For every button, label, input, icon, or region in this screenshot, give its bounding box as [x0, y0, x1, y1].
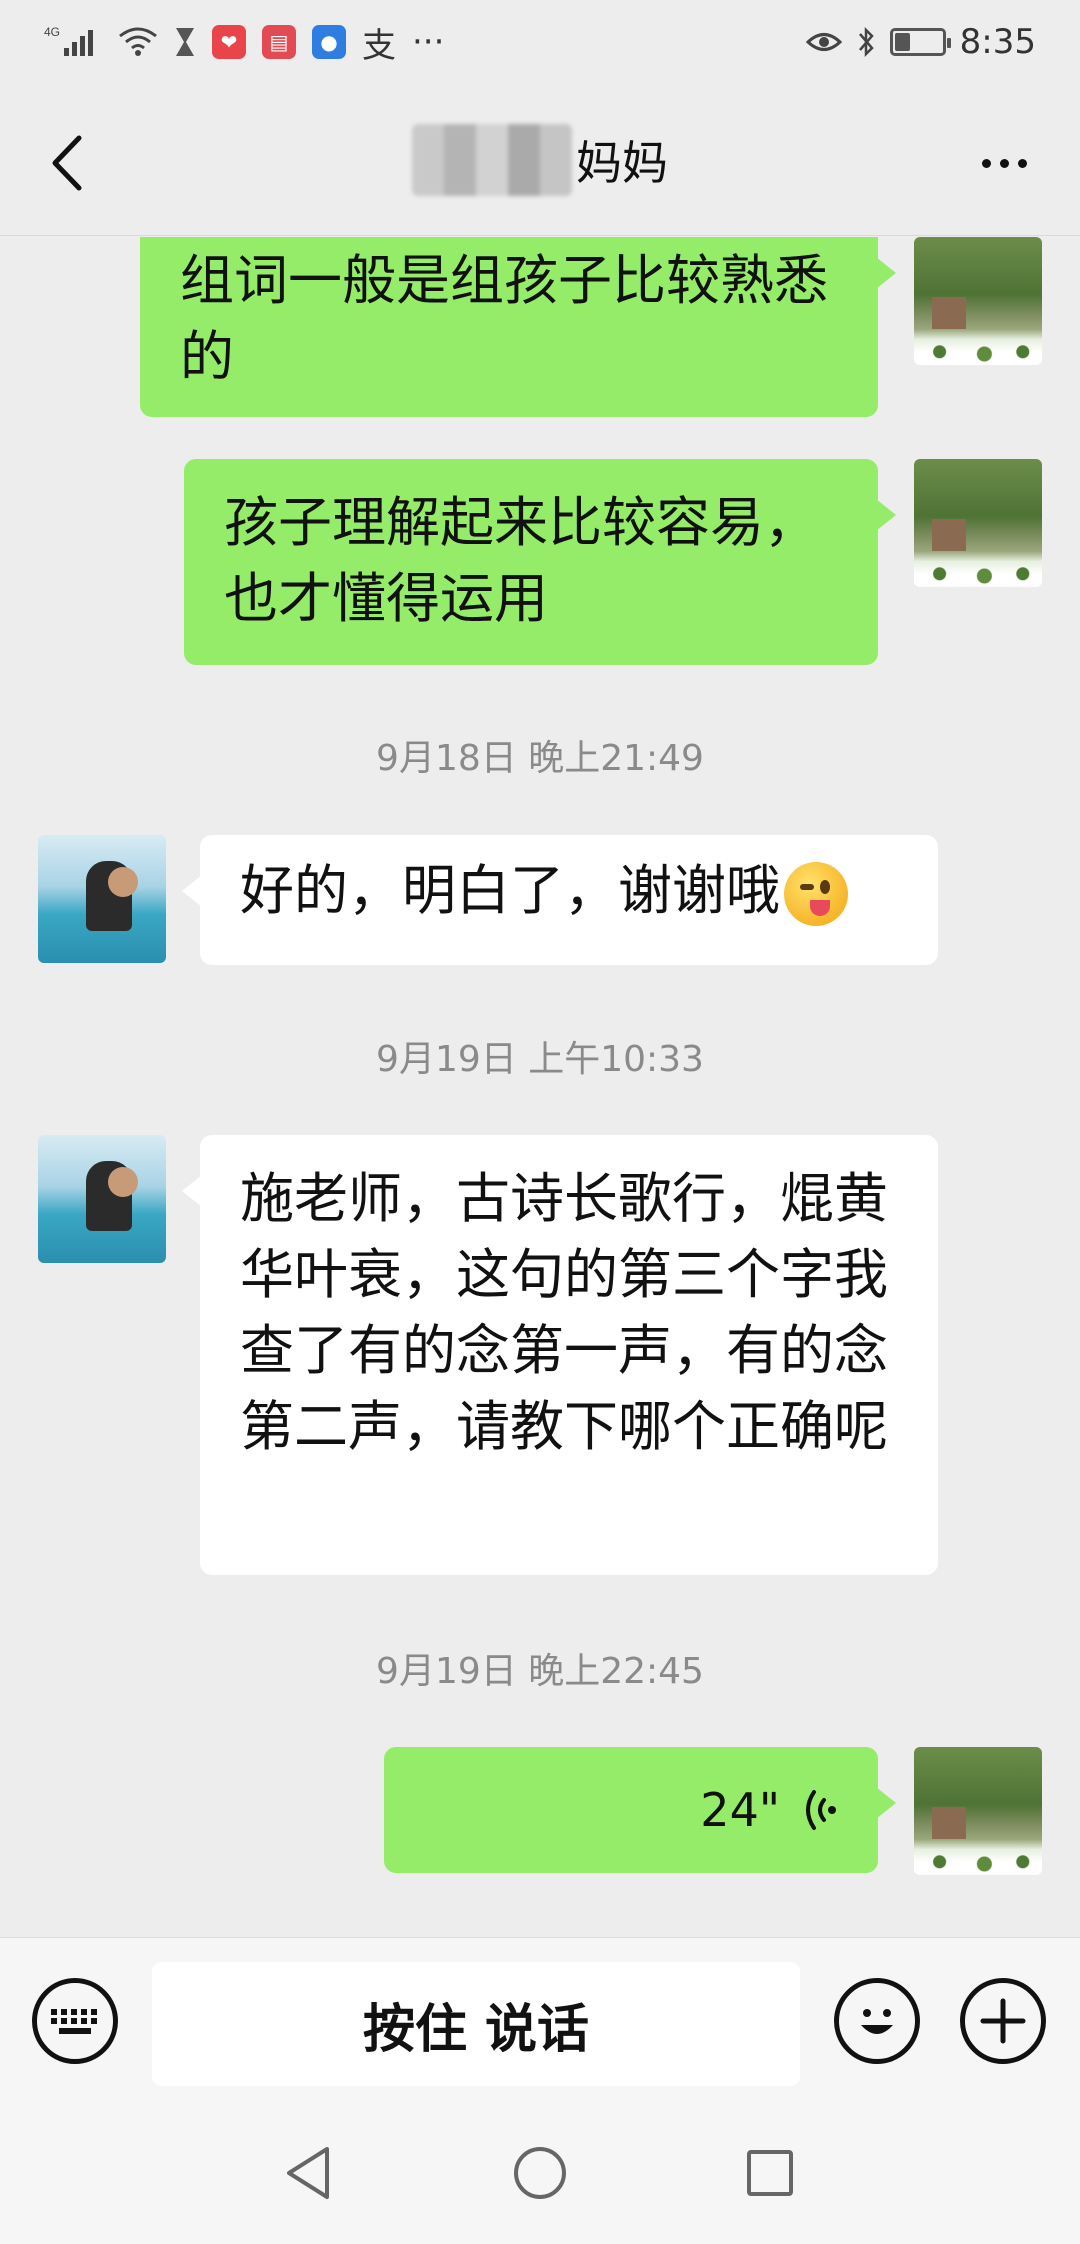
message-bubble-incoming[interactable]: 好的，明白了，谢谢哦 — [182, 835, 938, 965]
my-avatar[interactable] — [914, 237, 1042, 365]
input-bar: 按住 说话 — [0, 1937, 1080, 2093]
app-notification-icon-bulb: ● — [312, 25, 346, 59]
status-right: 8:35 — [805, 22, 1036, 62]
nav-back-button[interactable] — [268, 2133, 348, 2213]
message-text: 施老师，古诗长歌行，焜黄华叶衰，这句的第三个字我查了有的念第一声，有的念第二声，… — [240, 1167, 888, 1458]
chat-title-wrap[interactable]: 妈妈 — [412, 123, 668, 196]
triangle-back-icon — [287, 2147, 329, 2199]
app-notification-icon-red: ❤ — [212, 25, 246, 59]
chat-header: 妈妈 — [0, 84, 1080, 236]
timestamp: 9月18日 晚上21:49 — [376, 738, 704, 779]
keyboard-icon — [51, 2009, 97, 2034]
my-avatar[interactable] — [914, 1747, 1042, 1875]
message-bubble-outgoing[interactable]: 孩子理解起来比较容易，也才懂得运用 — [184, 459, 896, 665]
keyboard-toggle-button[interactable] — [32, 1978, 118, 2064]
more-dot — [1017, 158, 1027, 168]
nav-recents-button[interactable] — [730, 2133, 810, 2213]
svg-text:4G: 4G — [44, 25, 60, 39]
hold-to-talk-button[interactable]: 按住 说话 — [152, 1962, 800, 2086]
chat-title: 妈妈 — [576, 135, 668, 190]
hourglass-icon — [174, 24, 196, 60]
message-bubble-incoming[interactable]: 施老师，古诗长歌行，焜黄华叶衰，这句的第三个字我查了有的念第一声，有的念第二声，… — [182, 1135, 938, 1575]
bluetooth-icon — [856, 24, 876, 60]
circle-home-icon — [514, 2147, 566, 2199]
app-notification-icon-book: ▤ — [262, 25, 296, 59]
message-bubble-outgoing[interactable]: 组词一般是组孩子比较熟悉的 — [140, 237, 896, 417]
message-text: 好的，明白了，谢谢哦 — [240, 859, 780, 922]
square-recents-icon — [747, 2150, 793, 2196]
status-bar: 4G ❤ ▤ ● 支 ··· 8:35 — [0, 0, 1080, 84]
emoji-tongue — [810, 900, 830, 917]
message-text: 组词一般是组孩子比较熟悉的 — [180, 249, 828, 388]
clock-time: 8:35 — [959, 22, 1036, 62]
timestamp: 9月19日 上午10:33 — [376, 1039, 704, 1080]
system-nav-bar — [0, 2093, 1080, 2244]
chevron-left-icon — [52, 135, 82, 191]
battery-level — [894, 33, 910, 51]
message-text: 孩子理解起来比较容易，也才懂得运用 — [224, 491, 818, 630]
eye-icon — [805, 24, 842, 60]
plus-icon — [980, 1998, 1026, 2044]
emoji-button[interactable] — [834, 1978, 920, 2064]
more-dot — [999, 158, 1009, 168]
blurred-contact-name — [412, 123, 572, 196]
battery-icon — [889, 28, 951, 56]
my-avatar[interactable] — [914, 459, 1042, 587]
voice-message-bubble[interactable]: 24" — [384, 1747, 896, 1873]
voice-content: 24" — [424, 1765, 838, 1855]
more-functions-button[interactable] — [960, 1978, 1046, 2064]
nav-home-button[interactable] — [500, 2133, 580, 2213]
wink-tongue-emoji-icon — [784, 862, 848, 927]
message-list[interactable]: 组词一般是组孩子比较熟悉的 孩子理解起来比较容易，也才懂得运用 9月18日 晚上… — [0, 237, 1080, 1937]
status-left: 4G ❤ ▤ ● 支 ··· — [44, 18, 444, 67]
timestamp: 9月19日 晚上22:45 — [376, 1651, 704, 1692]
smiley-icon — [861, 2009, 893, 2034]
more-dots-icon — [981, 158, 991, 168]
back-button[interactable] — [36, 128, 96, 198]
signal-icon: 4G — [44, 24, 102, 60]
more-options-button[interactable] — [964, 128, 1044, 198]
wechat-chat-screen: 4G ❤ ▤ ● 支 ··· 8:35 妈妈 组词一般是组孩子比较熟悉的 孩子理… — [0, 0, 1080, 2244]
alipay-icon: 支 — [362, 25, 396, 66]
contact-avatar[interactable] — [38, 835, 166, 963]
more-notifications-icon: ··· — [412, 22, 445, 62]
contact-avatar[interactable] — [38, 1135, 166, 1263]
voice-wave-icon — [806, 1790, 836, 1830]
wifi-icon — [118, 24, 158, 60]
voice-duration: 24" — [700, 1783, 780, 1837]
